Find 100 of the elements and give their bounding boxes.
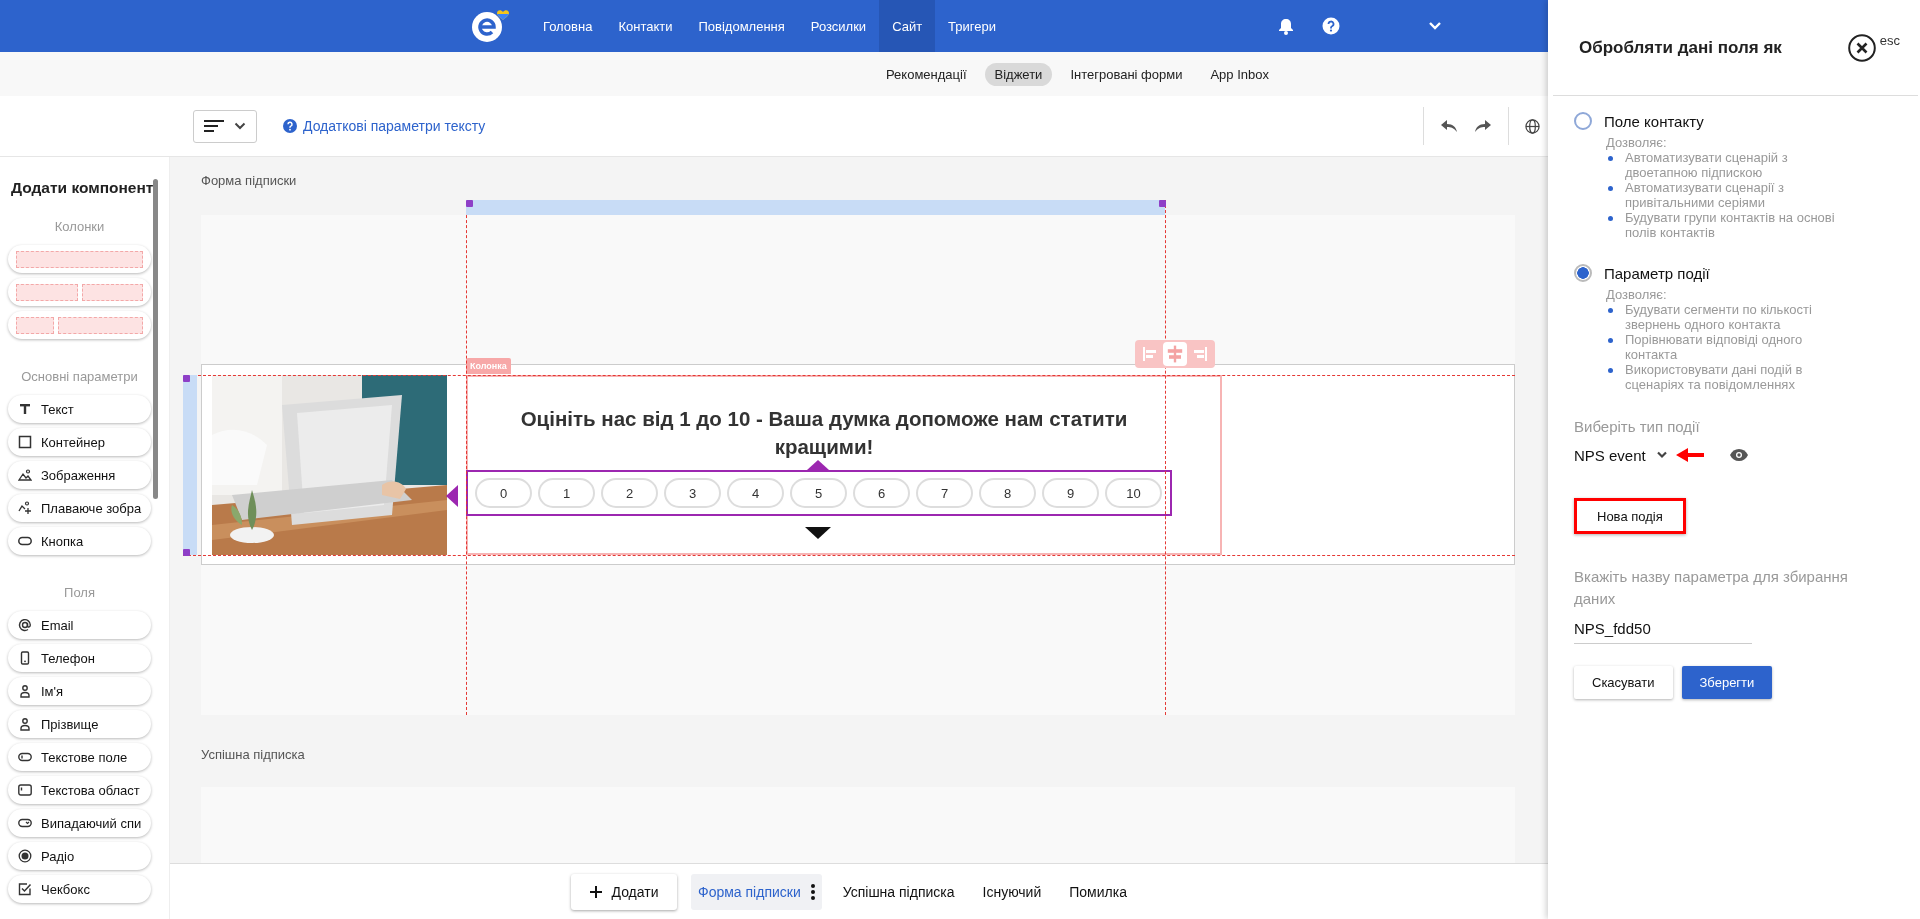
section-label: Колонки	[53, 219, 106, 234]
rating-option[interactable]: 5	[790, 478, 847, 508]
rating-option[interactable]: 1	[538, 478, 595, 508]
triangle-handle-icon[interactable]	[807, 460, 829, 470]
form-tab[interactable]: Помилка	[1062, 873, 1134, 910]
component-button[interactable]: Кнопка	[8, 527, 151, 555]
text-align-dropdown[interactable]	[193, 109, 257, 143]
bullet-text: Будувати групи контактів на основі полів контактів	[1625, 210, 1836, 240]
bullet-text: Автоматизувати сценарії з привітальними серіями	[1625, 180, 1785, 210]
plus-icon	[589, 885, 602, 898]
component-button[interactable]: Ім'я	[8, 677, 151, 705]
component-button[interactable]: Радіо	[8, 842, 151, 870]
component-button[interactable]: Текст	[8, 395, 151, 423]
bullet-text: Автоматизувати сценарій з двоетапною підпискою	[1625, 150, 1789, 180]
at-sign-icon	[18, 618, 32, 632]
bullet-icon	[1608, 308, 1613, 313]
help-icon	[283, 119, 297, 133]
redo-icon[interactable]	[1474, 119, 1492, 133]
nav-tab[interactable]: Сайт	[879, 0, 936, 52]
rating-option[interactable]: 4	[727, 478, 784, 508]
section-label: Поля	[63, 585, 96, 600]
form-tab[interactable]: Існуючий	[975, 873, 1049, 910]
nav-tab[interactable]: Повідомлення	[685, 0, 798, 52]
component-button[interactable]: Текстова област	[8, 776, 151, 804]
close-button[interactable]	[1847, 33, 1876, 62]
hint-text: Дозволяє:	[1606, 135, 1668, 150]
resize-handle	[1159, 200, 1166, 207]
component-button[interactable]: Зображення	[8, 461, 151, 489]
help-icon[interactable]	[1322, 17, 1340, 35]
rating-option[interactable]: 9	[1042, 478, 1099, 508]
component-button[interactable]: Текстове поле	[8, 743, 151, 771]
option-label[interactable]: Параметр події	[1604, 264, 1710, 282]
resize-handle	[183, 549, 190, 556]
save-button[interactable]: Зберегти	[1681, 666, 1773, 699]
radio-button[interactable]	[1574, 264, 1592, 282]
component-button[interactable]: Email	[8, 611, 151, 639]
rating-option[interactable]: 7	[916, 478, 973, 508]
textarea-icon	[18, 783, 32, 797]
square-icon	[18, 435, 32, 449]
globe-icon[interactable]	[1525, 118, 1540, 134]
component-button[interactable]: Телефон	[8, 644, 151, 672]
bullet-text: Використовувати дані подій в сценаріях та повідомленнях	[1625, 362, 1804, 392]
sub-tab[interactable]: Інтегровані форми	[1060, 62, 1193, 86]
field-label: Виберіть тип події	[1574, 417, 1701, 437]
field-label: Вкажіть назву параметра для збирання даних	[1574, 567, 1849, 609]
form-heading: Оцініть нас від 1 до 10 - Ваша думка допоможе нам статити кращими!	[519, 406, 1129, 460]
eye-icon[interactable]	[1729, 449, 1748, 461]
component-button[interactable]: Контейнер	[8, 428, 151, 456]
radio-button[interactable]	[1574, 112, 1592, 130]
dropdown-icon	[18, 816, 32, 830]
rating-option[interactable]: 6	[853, 478, 910, 508]
arrow-icon	[1675, 448, 1704, 462]
close-icon	[1847, 33, 1876, 62]
undo-icon[interactable]	[1440, 119, 1458, 133]
image-icon	[18, 468, 32, 482]
add-button[interactable]: Додати	[571, 873, 677, 910]
chevron-icon[interactable]	[1428, 21, 1442, 31]
bullet-text: Порівнювати відповіді одного контакта	[1625, 332, 1804, 362]
sub-tab[interactable]: Рекомендації	[876, 62, 977, 86]
nav-tab[interactable]: Головна	[530, 0, 606, 52]
component-button[interactable]: Випадаючий спи	[8, 809, 151, 837]
bullet-icon	[1608, 338, 1613, 343]
component-button[interactable]: Чекбокс	[8, 875, 151, 903]
pill-icon	[18, 534, 32, 548]
checkbox-icon	[18, 882, 32, 896]
resize-handle	[466, 200, 473, 207]
rating-option[interactable]: 3	[664, 478, 721, 508]
sub-tab[interactable]: App Inbox	[1200, 62, 1279, 86]
event-type-dropdown[interactable]: NPS event	[1574, 446, 1668, 464]
form-tab[interactable]: Успішна підписка	[835, 873, 962, 910]
sub-tab[interactable]: Віджети	[984, 62, 1053, 86]
rating-option[interactable]: 0	[475, 478, 532, 508]
sidebar-title: Додати компонент	[11, 179, 151, 197]
bullet-icon	[1608, 156, 1613, 161]
section-label: Основні параметри	[20, 369, 139, 384]
form-tab[interactable]: Форма підписки	[691, 873, 822, 910]
scrollbar[interactable]	[153, 179, 158, 499]
phone-icon	[18, 651, 32, 665]
option-label[interactable]: Поле контакту	[1604, 112, 1704, 130]
caret-icon	[234, 122, 246, 130]
panel-title: Обробляти дані поля як	[1579, 37, 1782, 58]
bullet-text: Будувати сегменти по кількості звернень одного контакта	[1625, 302, 1813, 332]
section-title: Успішна підписка	[201, 746, 306, 764]
rating-option[interactable]: 8	[979, 478, 1036, 508]
bullet-icon	[1608, 368, 1613, 373]
nav-tab[interactable]: Контакти	[605, 0, 686, 52]
nav-tab[interactable]: Розсилки	[797, 0, 880, 52]
bullet-icon	[1608, 216, 1613, 221]
new-event-button[interactable]: Нова подія	[1574, 498, 1686, 534]
bell-icon[interactable]	[1277, 17, 1295, 35]
resize-handle	[183, 375, 190, 382]
triangle-handle-icon[interactable]	[446, 485, 458, 507]
triangle-handle-icon[interactable]	[805, 527, 831, 539]
cancel-button[interactable]: Скасувати	[1574, 666, 1673, 699]
rating-option[interactable]: 2	[601, 478, 658, 508]
help-link[interactable]: Додаткові параметри тексту	[283, 118, 486, 134]
rating-option[interactable]: 10	[1105, 478, 1162, 508]
component-button[interactable]: Прізвище	[8, 710, 151, 738]
nav-tab[interactable]: Тригери	[935, 0, 1009, 52]
component-button[interactable]: Плаваюче зобра	[8, 494, 151, 522]
